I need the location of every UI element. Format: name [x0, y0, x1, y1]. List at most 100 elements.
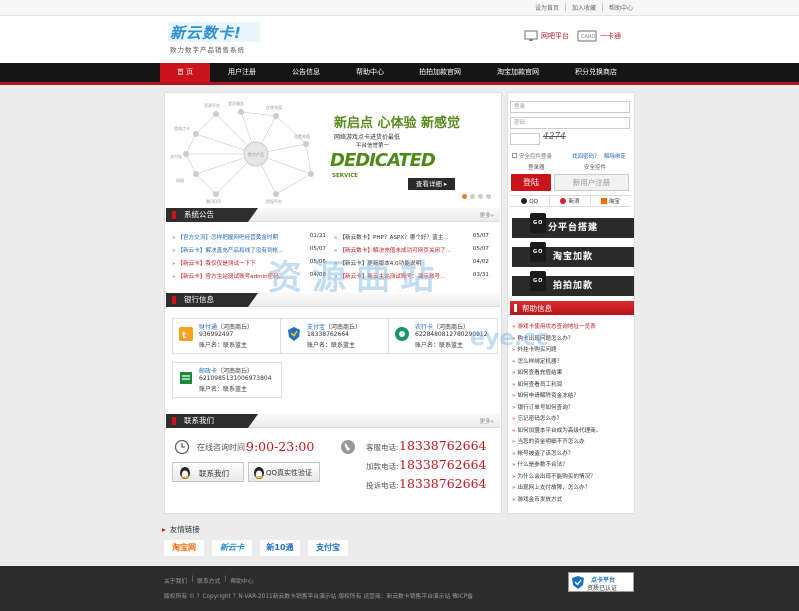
xinyun-logo[interactable]: 新云卡 [212, 540, 252, 556]
platform-link[interactable]: 网吧平台 [541, 31, 569, 41]
nav-points-shop[interactable]: 积分兑换商店 [558, 63, 634, 82]
top-bar: 设为首页 加入收藏 帮助中心 [0, 0, 799, 16]
arrow-icon: » [512, 473, 516, 480]
arrow-icon: » [512, 462, 516, 468]
unbind-link[interactable]: 解除绑定 [604, 152, 626, 160]
complaint-phone: 18338762664 [399, 476, 487, 491]
help-item[interactable]: » 如何申请解除资金冻结？ [512, 391, 579, 399]
forgot-link[interactable]: 找回密码？ [572, 152, 600, 160]
set-homepage-link[interactable]: 设为首页 [529, 3, 565, 12]
register-button[interactable]: 新用户注册 [554, 174, 629, 191]
contact-tab: 联系我们 [166, 414, 258, 428]
arrow-icon: » [334, 235, 338, 241]
net-label-8: 话费充值 [294, 133, 310, 139]
bank-card-tenpay: t 财付通（河南商丘） 936992497 账户名：联系蓝主 [172, 318, 282, 354]
hours-value: 9:00-23:00 [246, 439, 315, 454]
login-button[interactable]: 登陆 [511, 174, 551, 191]
password-input[interactable]: 密码 [510, 117, 630, 129]
help-item[interactable]: » 游戏金币发放方式 [512, 495, 562, 503]
postal-bank-icon [180, 372, 192, 384]
announce-tab: 系统公告 [166, 208, 258, 222]
arrow-icon: » [512, 393, 516, 399]
promo-taobao-topup[interactable]: GO 淘宝加款 [512, 242, 634, 267]
news-item[interactable]: » 【新云数卡】PHP？ASPX？哪个好？蓝主... 05/07 [334, 233, 489, 241]
nav-announcements[interactable]: 公告信息 [274, 63, 338, 82]
shield-icon [572, 576, 584, 589]
network-graphic: 资源平台 会员服务 在线充值 游戏点卡 数字产品 支付宝 网银 腾讯Q币 话费充… [170, 100, 314, 204]
help-item[interactable]: » 银行订单号如何查询？ [512, 403, 573, 411]
net-label-6: 网银 [176, 177, 184, 183]
help-header: 帮助信息 [510, 301, 634, 315]
contact-header: 联系我们 更多» [166, 414, 500, 428]
alipay-logo[interactable]: 支付宝 [308, 540, 348, 556]
bank-name: 财付通 [199, 324, 218, 331]
footer-contact-link[interactable]: 联系方式 [197, 576, 220, 585]
slide-dot[interactable] [470, 194, 475, 199]
help-item[interactable]: » 如何查看员工利润 [512, 380, 562, 388]
announce-more-link[interactable]: 更多» [480, 211, 494, 219]
footer-help-link[interactable]: 帮助中心 [230, 576, 253, 585]
bank-title: 银行信息 [184, 295, 214, 304]
remember-row[interactable]: 安全控件登录 [512, 152, 552, 160]
contact-us-button[interactable]: 联系我们 [172, 462, 244, 482]
promo-platform-build[interactable]: GO 分平台搭建 [512, 213, 634, 238]
nav-paipai[interactable]: 拍拍加款官网 [402, 63, 478, 82]
help-item[interactable]: » 如何查看充值结果 [512, 368, 562, 376]
net-label-3: 游戏点卡 [174, 125, 190, 131]
banner[interactable]: 资源平台 会员服务 在线充值 游戏点卡 数字产品 支付宝 网银 腾讯Q币 话费充… [166, 94, 500, 206]
news-item[interactable]: » 【官方交流】怎样把握网吧经营黄金时期 01/21 [172, 233, 326, 241]
bank-owner: 账户名：联系蓝主 [307, 342, 356, 349]
slide-dot[interactable] [462, 194, 467, 199]
help-item[interactable]: » 出现网上支付故障，怎么办？ [512, 483, 590, 491]
help-item[interactable]: » 忘记密码怎么办？ [512, 414, 562, 422]
nav-home[interactable]: 首 页 [160, 63, 210, 82]
arrow-icon: » [512, 496, 516, 503]
qq-login[interactable]: QQ [510, 196, 551, 206]
taobao-login[interactable]: 淘宝 [591, 196, 630, 206]
help-item[interactable]: » 如何加盟本平台成为高级代理商。 [512, 426, 601, 434]
arrow-icon: » [172, 248, 176, 254]
nav-taobao[interactable]: 淘宝加款官网 [478, 63, 558, 82]
logo-tagline: 致力数字产品销售系统 [170, 46, 245, 54]
captcha-input[interactable] [510, 133, 540, 145]
bank-card-postal: 邮政卡（河南商丘） 6210985131006973804 账户名：联系蓝主 [172, 362, 282, 398]
site-logo[interactable]: 新云数卡! 致力数字产品销售系统 [168, 22, 264, 56]
help-item[interactable]: » 当您的资金明细不齐怎么办 [512, 437, 585, 445]
footer-about-link[interactable]: 关于我们 [164, 576, 187, 585]
footer-links: 关于我们 | 联系方式 | 帮助中心 [164, 576, 254, 585]
nav-register[interactable]: 用户注册 [210, 63, 274, 82]
watermark-sub: eye.cc [470, 326, 549, 351]
arrow-icon: » [512, 404, 516, 411]
slide-dot[interactable] [478, 194, 483, 199]
help-center-link[interactable]: 帮助中心 [601, 3, 639, 12]
help-item[interactable]: » 什么是参数不合法？ [512, 460, 568, 468]
remember-checkbox[interactable] [512, 153, 517, 158]
taobao-logo[interactable]: 淘宝网 [164, 540, 204, 556]
help-item[interactable]: » 帐号被盗了该怎么办？ [512, 449, 573, 457]
xin10tong-logo[interactable]: 新10通 [260, 540, 300, 556]
view-detail-button[interactable]: 查看详细 ▸ [408, 178, 455, 190]
card-icon: CARD [577, 30, 597, 42]
cs-phone: 18338762664 [399, 438, 487, 453]
login-tool-link[interactable]: 登录器 [528, 163, 545, 171]
slide-dots [462, 194, 491, 199]
captcha-image[interactable]: 4274 [543, 132, 573, 146]
add-favorite-link[interactable]: 加入收藏 [564, 3, 602, 12]
help-item[interactable]: » 为什么会出现不能购买的情况？ [512, 472, 596, 480]
main-nav: 首 页 用户注册 公告信息 帮助中心 拍拍加款官网 淘宝加款官网 积分兑换商店 [0, 63, 799, 85]
username-input[interactable]: 登录 [510, 101, 630, 113]
help-item[interactable]: » 怎么样绑定机器？ [512, 357, 562, 365]
arrow-icon: ▸ [162, 525, 166, 534]
bank-owner: 账户名：联系蓝主 [415, 342, 464, 349]
cert-badge[interactable]: 点卡平台 资质已认证 [568, 572, 634, 592]
qq-verify-button[interactable]: QQ真实性验证 [248, 462, 320, 482]
net-label-5: 支付宝 [170, 153, 182, 159]
net-label-0: 资源平台 [204, 102, 220, 108]
weibo-login[interactable]: 新浪 [550, 196, 591, 206]
safe-control-link[interactable]: 安全控件 [584, 163, 606, 171]
nav-help[interactable]: 帮助中心 [338, 63, 402, 82]
slide-dot[interactable] [486, 194, 491, 199]
contact-more-link[interactable]: 更多» [480, 417, 494, 425]
card-link[interactable]: 一卡通 [600, 31, 621, 41]
promo-paipai-topup[interactable]: GO 拍拍加款 [512, 271, 634, 296]
